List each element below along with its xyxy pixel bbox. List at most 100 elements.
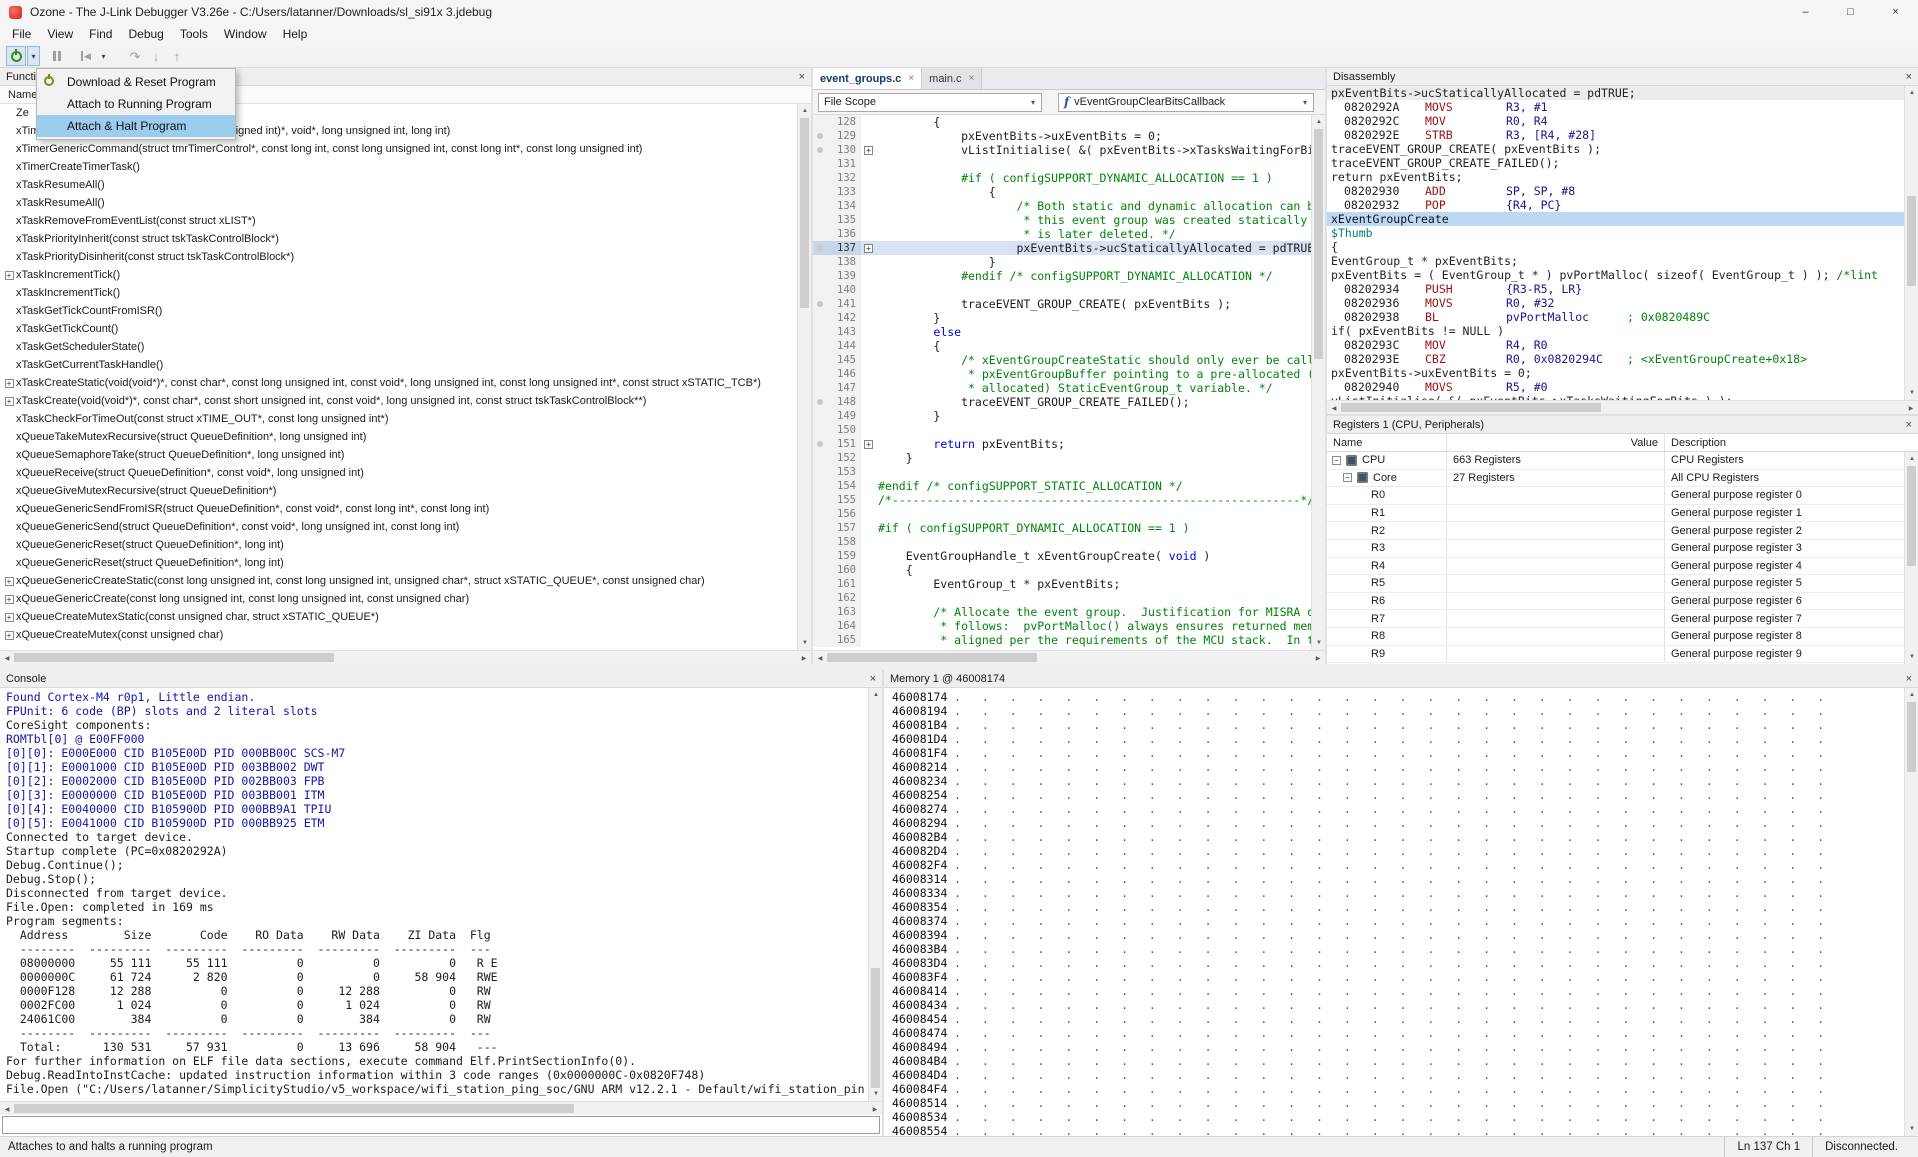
code-line[interactable]: 130+ vListInitialise( &( pxEventBits->xT… — [813, 143, 1311, 157]
scroll-right-arrow[interactable]: ▶ — [797, 651, 811, 665]
function-list-item[interactable]: xQueueTakeMutexRecursive(struct QueueDef… — [0, 428, 797, 446]
function-list-item[interactable]: xQueueGenericReset(struct QueueDefinitio… — [0, 536, 797, 554]
maximize-button[interactable]: □ — [1828, 0, 1873, 24]
memory-row[interactable]: 460082F4. . . . . . . . . . . . . . . . … — [884, 858, 1904, 872]
breakpoint-gutter[interactable] — [813, 633, 827, 647]
memory-row[interactable]: 46008374. . . . . . . . . . . . . . . . … — [884, 914, 1904, 928]
code-line[interactable]: 149 } — [813, 409, 1311, 423]
function-list-item[interactable]: +xQueueCreateMutex(const unsigned char) — [0, 626, 797, 644]
memory-row[interactable]: 460081F4. . . . . . . . . . . . . . . . … — [884, 746, 1904, 760]
code-line[interactable]: 145 /* xEventGroupCreateStatic should on… — [813, 353, 1311, 367]
function-list-item[interactable]: xQueueSemaphoreTake(struct QueueDefiniti… — [0, 446, 797, 464]
disassembly-instruction[interactable]: 08202934PUSH{R3-R5, LR} — [1327, 282, 1904, 296]
register-row[interactable]: R5General purpose register 5 — [1327, 575, 1904, 593]
editor-horizontal-scrollbar[interactable]: ◀▶ — [813, 650, 1325, 664]
code-line[interactable]: 139 #endif /* configSUPPORT_DYNAMIC_ALLO… — [813, 269, 1311, 283]
scrollbar-thumb[interactable] — [800, 118, 809, 308]
function-list-item[interactable]: +xTaskCreate(void(void*)*, const char*, … — [0, 392, 797, 410]
start-debug-caret[interactable]: ▾ — [27, 46, 40, 66]
disassembly-instruction[interactable]: 0820292AMOVSR3, #1 — [1327, 100, 1904, 114]
memory-row[interactable]: 46008194. . . . . . . . . . . . . . . . … — [884, 704, 1904, 718]
code-line[interactable]: 140 — [813, 283, 1311, 297]
functions-horizontal-scrollbar[interactable]: ◀▶ — [0, 650, 811, 664]
breakpoint-gutter[interactable] — [813, 213, 827, 227]
breakpoint-gutter[interactable] — [813, 143, 827, 157]
scrollbar-thumb[interactable] — [1341, 403, 1601, 412]
breakpoint-gutter[interactable] — [813, 493, 827, 507]
registers-panel-close-button[interactable]: × — [1906, 419, 1912, 431]
breakpoint-gutter[interactable] — [813, 185, 827, 199]
function-list-item[interactable]: xQueueGenericSendFromISR(struct QueueDef… — [0, 500, 797, 518]
memory-row[interactable]: 46008474. . . . . . . . . . . . . . . . … — [884, 1026, 1904, 1040]
disassembly-instruction[interactable]: 0820293CMOVR4, R0 — [1327, 338, 1904, 352]
code-line[interactable]: 148 traceEVENT_GROUP_CREATE_FAILED(); — [813, 395, 1311, 409]
code-line[interactable]: 136 * is later deleted. */ — [813, 227, 1311, 241]
memory-row[interactable]: 46008494. . . . . . . . . . . . . . . . … — [884, 1040, 1904, 1054]
file-scope-select[interactable]: File Scope ▾ — [818, 93, 1042, 112]
registers-value-column[interactable]: Value — [1447, 434, 1665, 451]
menu-tools[interactable]: Tools — [172, 24, 216, 45]
scrollbar-thumb[interactable] — [1314, 129, 1323, 359]
register-row[interactable]: R4General purpose register 4 — [1327, 558, 1904, 576]
breakpoint-gutter[interactable] — [813, 311, 827, 325]
code-line[interactable]: 142 } — [813, 311, 1311, 325]
code-area[interactable]: 128 {129 pxEventBits->uxEventBits = 0;13… — [813, 115, 1311, 650]
memory-row[interactable]: 460084F4. . . . . . . . . . . . . . . . … — [884, 1082, 1904, 1096]
scroll-down-arrow[interactable]: ▼ — [1905, 386, 1918, 400]
breakpoint-gutter[interactable] — [813, 157, 827, 171]
register-row[interactable]: R3General purpose register 3 — [1327, 540, 1904, 558]
symbol-select[interactable]: f vEventGroupClearBitsCallback ▾ — [1058, 93, 1314, 112]
console-horizontal-scrollbar[interactable]: ◀▶ — [0, 1101, 882, 1115]
code-line[interactable]: 133 { — [813, 185, 1311, 199]
disassembly-instruction[interactable]: 0820292ESTRBR3, [R4, #28] — [1327, 128, 1904, 142]
register-row[interactable]: −Core27 RegistersAll CPU Registers — [1327, 470, 1904, 488]
breakpoint-gutter[interactable] — [813, 325, 827, 339]
console-vertical-scrollbar[interactable]: ▲▼ — [868, 688, 882, 1101]
code-line[interactable]: 143 else — [813, 325, 1311, 339]
scroll-down-arrow[interactable]: ▼ — [1312, 636, 1325, 650]
code-line[interactable]: 135 * this event group was created stati… — [813, 213, 1311, 227]
memory-row[interactable]: 46008174. . . . . . . . . . . . . . . . … — [884, 690, 1904, 704]
code-line[interactable]: 165 * aligned per the requirements of th… — [813, 633, 1311, 647]
disassembly-meta-line[interactable]: $Thumb — [1327, 226, 1904, 240]
code-line[interactable]: 162 — [813, 591, 1311, 605]
function-list-item[interactable]: xTimerCreateTimerTask() — [0, 158, 797, 176]
function-list-item[interactable]: xQueueGenericSend(struct QueueDefinition… — [0, 518, 797, 536]
breakpoint-gutter[interactable] — [813, 465, 827, 479]
disassembly-instruction[interactable]: 0820292CMOVR0, R4 — [1327, 114, 1904, 128]
code-line[interactable]: 128 { — [813, 115, 1311, 129]
scroll-down-arrow[interactable]: ▼ — [1905, 1122, 1918, 1136]
code-line[interactable]: 156 — [813, 507, 1311, 521]
code-line[interactable]: 129 pxEventBits->uxEventBits = 0; — [813, 129, 1311, 143]
code-line[interactable]: 141 traceEVENT_GROUP_CREATE( pxEventBits… — [813, 297, 1311, 311]
memory-row[interactable]: 460082D4. . . . . . . . . . . . . . . . … — [884, 844, 1904, 858]
memory-row[interactable]: 460083F4. . . . . . . . . . . . . . . . … — [884, 970, 1904, 984]
memory-row[interactable]: 46008394. . . . . . . . . . . . . . . . … — [884, 928, 1904, 942]
breakpoint-gutter[interactable] — [813, 577, 827, 591]
editor-vertical-scrollbar[interactable]: ▲▼ — [1311, 115, 1325, 650]
function-list-item[interactable]: xQueueGenericReset(struct QueueDefinitio… — [0, 554, 797, 572]
scroll-left-arrow[interactable]: ◀ — [813, 651, 827, 665]
disassembly-src-line[interactable]: pxEventBits->uxEventBits = 0; — [1327, 366, 1904, 380]
disassembly-src-line[interactable]: pxEventBits = ( EventGroup_t * ) pvPortM… — [1327, 268, 1904, 282]
memory-row[interactable]: 46008534. . . . . . . . . . . . . . . . … — [884, 1110, 1904, 1124]
code-line[interactable]: 144 { — [813, 339, 1311, 353]
breakpoint-gutter[interactable] — [813, 451, 827, 465]
disassembly-instruction[interactable]: 08202936MOVSR0, #32 — [1327, 296, 1904, 310]
menu-help[interactable]: Help — [275, 24, 316, 45]
tab-event_groups.c[interactable]: event_groups.c× — [813, 68, 922, 89]
code-line[interactable]: 151+ return pxEventBits; — [813, 437, 1311, 451]
function-list-item[interactable]: xTaskGetSchedulerState() — [0, 338, 797, 356]
scroll-down-arrow[interactable]: ▼ — [869, 1087, 882, 1101]
collapse-icon[interactable]: − — [1332, 456, 1341, 465]
reset-button[interactable]: ◀ — [76, 46, 96, 66]
console-command-input[interactable] — [2, 1116, 880, 1134]
code-line[interactable]: 157#if ( configSUPPORT_DYNAMIC_ALLOCATIO… — [813, 521, 1311, 535]
disassembly-label-line[interactable]: xEventGroupCreate — [1327, 212, 1904, 226]
reset-caret[interactable]: ▾ — [97, 46, 110, 66]
disassembly-src-line[interactable]: return pxEventBits; — [1327, 170, 1904, 184]
function-list-item[interactable]: xTaskResumeAll() — [0, 194, 797, 212]
breakpoint-gutter[interactable] — [813, 563, 827, 577]
memory-row[interactable]: 46008314. . . . . . . . . . . . . . . . … — [884, 872, 1904, 886]
function-list-item[interactable]: +xTaskCreateStatic(void(void*)*, const c… — [0, 374, 797, 392]
